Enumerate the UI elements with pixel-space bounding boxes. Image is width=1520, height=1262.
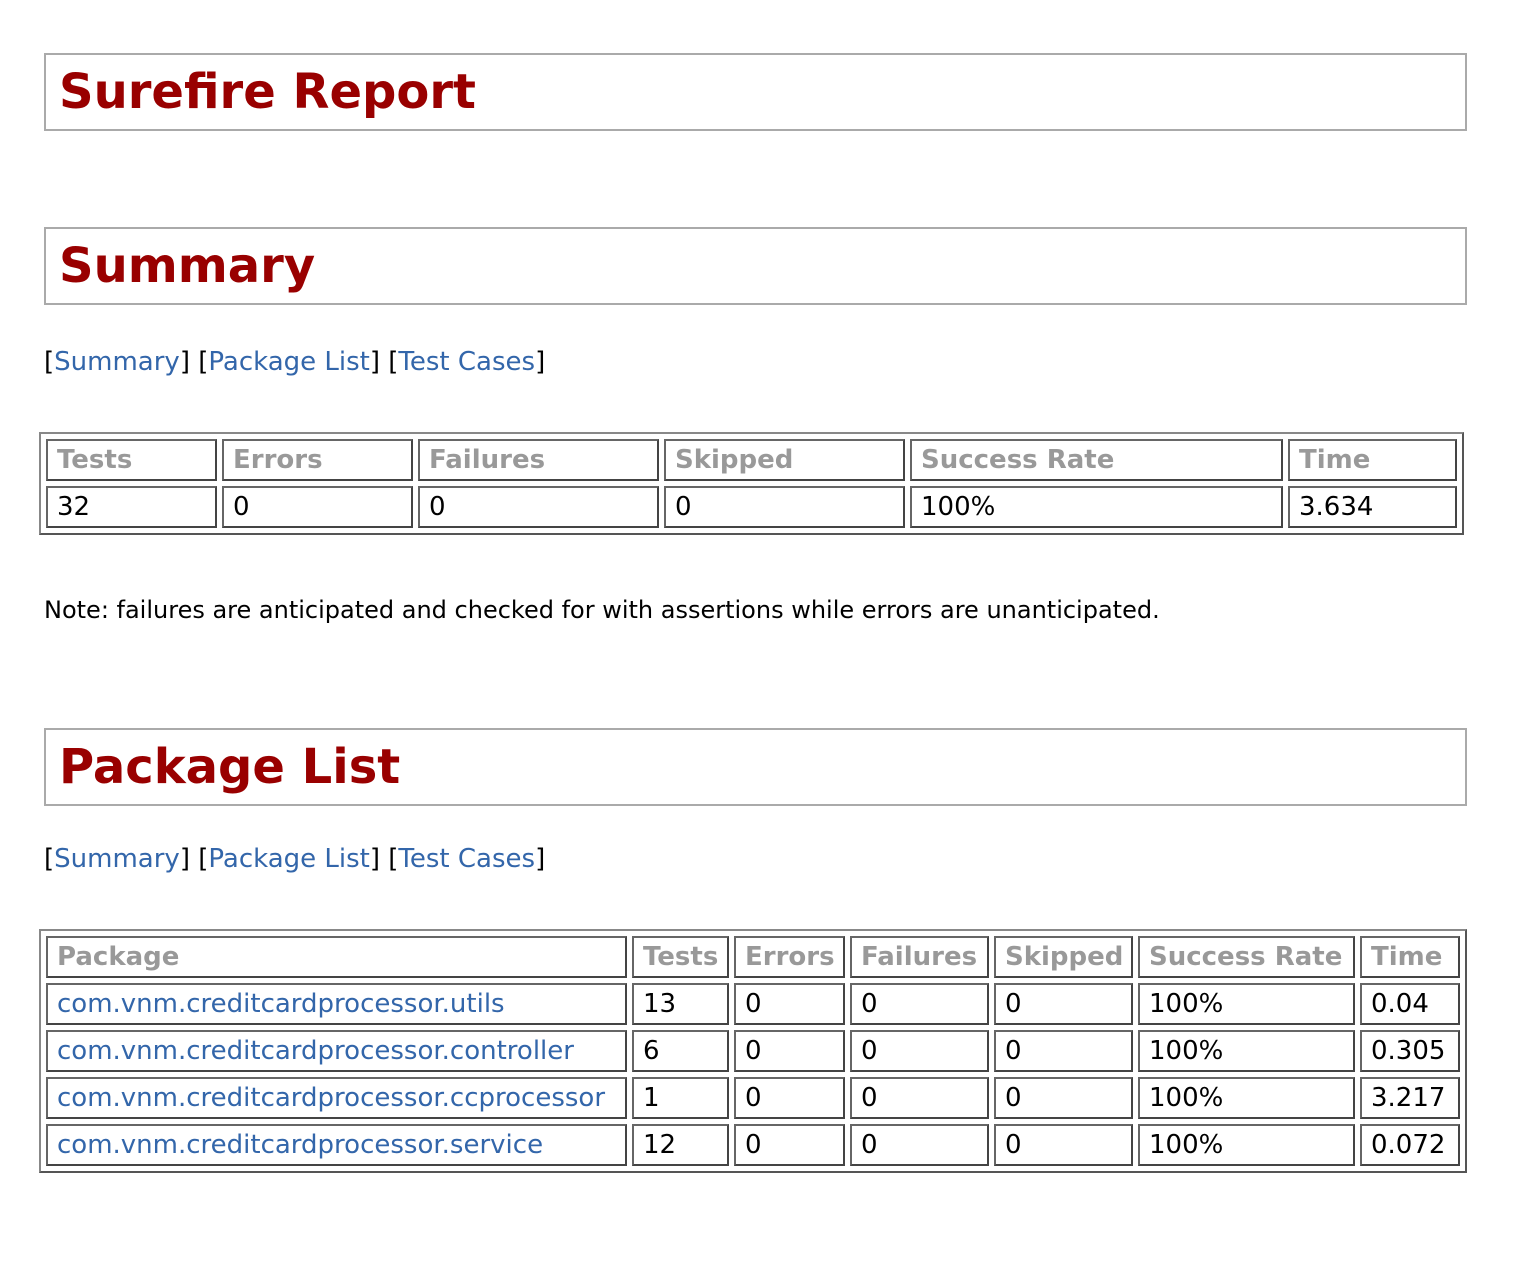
table-row: com.vnm.creditcardprocessor.controller 6… <box>46 1030 1460 1072</box>
nav-link-summary[interactable]: Summary <box>54 844 180 874</box>
nav-link-summary[interactable]: Summary <box>54 347 180 377</box>
success-rate-cell: 100% <box>1138 1124 1355 1166</box>
success-rate-cell: 100% <box>1138 983 1355 1025</box>
skipped-cell: 0 <box>994 983 1133 1025</box>
skipped-cell: 0 <box>994 1030 1133 1072</box>
summary-heading-box: Summary <box>44 227 1467 305</box>
time-cell: 0.305 <box>1360 1030 1460 1072</box>
table-row: com.vnm.creditcardprocessor.ccprocessor … <box>46 1077 1460 1119</box>
col-header-time: Time <box>1288 439 1457 481</box>
summary-success-rate: 100% <box>910 486 1283 528</box>
col-header-failures: Failures <box>850 936 989 978</box>
success-rate-cell: 100% <box>1138 1030 1355 1072</box>
col-header-tests: Tests <box>632 936 729 978</box>
col-header-package: Package <box>46 936 627 978</box>
time-cell: 0.072 <box>1360 1124 1460 1166</box>
col-header-skipped: Skipped <box>664 439 905 481</box>
package-cell: com.vnm.creditcardprocessor.service <box>46 1124 627 1166</box>
table-row: com.vnm.creditcardprocessor.utils 13 0 0… <box>46 983 1460 1025</box>
time-cell: 0.04 <box>1360 983 1460 1025</box>
failures-cell: 0 <box>850 1077 989 1119</box>
errors-cell: 0 <box>734 1030 845 1072</box>
report-title: Surefire Report <box>59 64 476 120</box>
package-list-table: Package Tests Errors Failures Skipped Su… <box>39 929 1467 1173</box>
col-header-success-rate: Success Rate <box>910 439 1283 481</box>
nav-link-package-list[interactable]: Package List <box>208 844 369 874</box>
col-header-tests: Tests <box>46 439 217 481</box>
package-cell: com.vnm.creditcardprocessor.utils <box>46 983 627 1025</box>
col-header-errors: Errors <box>222 439 413 481</box>
skipped-cell: 0 <box>994 1077 1133 1119</box>
skipped-cell: 0 <box>994 1124 1133 1166</box>
report-page: Surefire Report Summary [Summary] [Packa… <box>39 53 1467 1173</box>
summary-row: 32 0 0 0 100% 3.634 <box>46 486 1457 528</box>
package-cell: com.vnm.creditcardprocessor.ccprocessor <box>46 1077 627 1119</box>
time-cell: 3.217 <box>1360 1077 1460 1119</box>
table-row: com.vnm.creditcardprocessor.service 12 0… <box>46 1124 1460 1166</box>
errors-cell: 0 <box>734 1124 845 1166</box>
package-link[interactable]: com.vnm.creditcardprocessor.controller <box>57 1036 574 1066</box>
package-header-row: Package Tests Errors Failures Skipped Su… <box>46 936 1460 978</box>
tests-cell: 12 <box>632 1124 729 1166</box>
success-rate-cell: 100% <box>1138 1077 1355 1119</box>
failures-cell: 0 <box>850 1030 989 1072</box>
failures-cell: 0 <box>850 1124 989 1166</box>
summary-heading: Summary <box>59 238 316 294</box>
summary-failures: 0 <box>418 486 659 528</box>
package-link[interactable]: com.vnm.creditcardprocessor.service <box>57 1130 543 1160</box>
package-list-nav: [Summary] [Package List] [Test Cases] <box>44 844 546 874</box>
summary-tests: 32 <box>46 486 217 528</box>
package-list-heading-box: Package List <box>44 728 1467 806</box>
tests-cell: 1 <box>632 1077 729 1119</box>
summary-errors: 0 <box>222 486 413 528</box>
nav-link-test-cases[interactable]: Test Cases <box>398 844 535 874</box>
summary-table: Tests Errors Failures Skipped Success Ra… <box>39 432 1464 535</box>
report-title-box: Surefire Report <box>44 53 1467 131</box>
col-header-skipped: Skipped <box>994 936 1133 978</box>
package-link[interactable]: com.vnm.creditcardprocessor.ccprocessor <box>57 1083 605 1113</box>
package-cell: com.vnm.creditcardprocessor.controller <box>46 1030 627 1072</box>
failures-cell: 0 <box>850 983 989 1025</box>
errors-cell: 0 <box>734 1077 845 1119</box>
nav-link-test-cases[interactable]: Test Cases <box>398 347 535 377</box>
col-header-success-rate: Success Rate <box>1138 936 1355 978</box>
summary-time: 3.634 <box>1288 486 1457 528</box>
nav-link-package-list[interactable]: Package List <box>208 347 369 377</box>
tests-cell: 13 <box>632 983 729 1025</box>
summary-nav: [Summary] [Package List] [Test Cases] <box>44 347 546 377</box>
col-header-failures: Failures <box>418 439 659 481</box>
col-header-time: Time <box>1360 936 1460 978</box>
errors-cell: 0 <box>734 983 845 1025</box>
package-list-heading: Package List <box>59 739 401 795</box>
col-header-errors: Errors <box>734 936 845 978</box>
package-link[interactable]: com.vnm.creditcardprocessor.utils <box>57 989 505 1019</box>
summary-note: Note: failures are anticipated and check… <box>44 596 1160 624</box>
summary-skipped: 0 <box>664 486 905 528</box>
summary-header-row: Tests Errors Failures Skipped Success Ra… <box>46 439 1457 481</box>
tests-cell: 6 <box>632 1030 729 1072</box>
